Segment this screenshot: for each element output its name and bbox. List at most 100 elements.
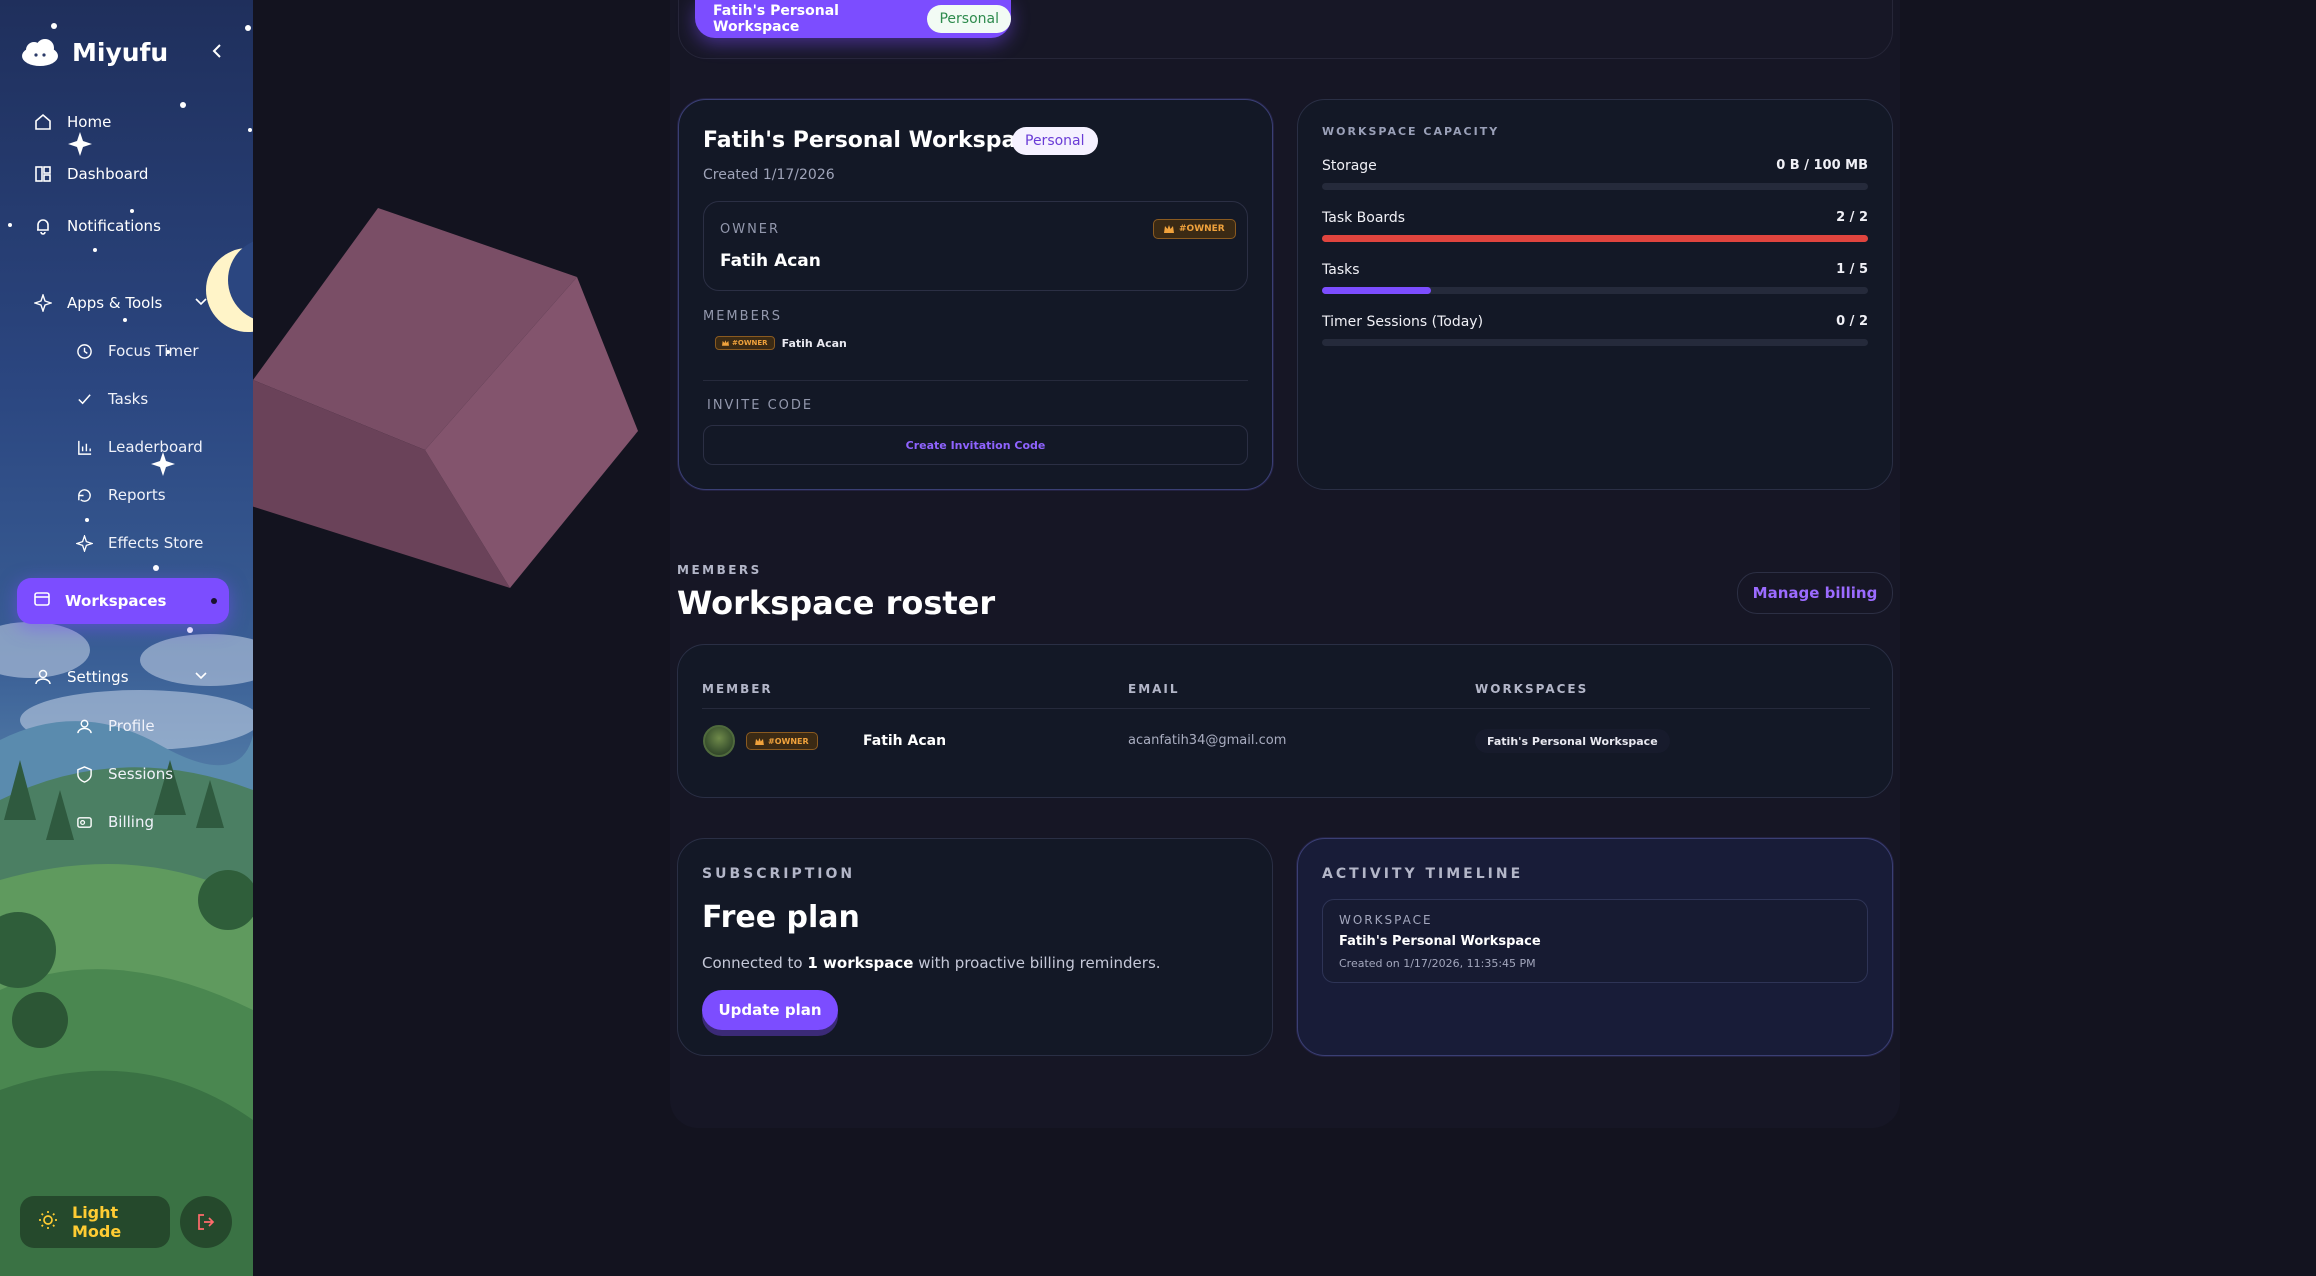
owner-label: OWNER [720,222,781,237]
nav-focus-timer[interactable]: Focus Timer [74,341,198,361]
member-list-item: #OWNER Fatih Acan [715,336,847,350]
decorative-cube [253,208,638,588]
manage-billing-button[interactable]: Manage billing [1737,572,1893,614]
nav-leaderboard[interactable]: Leaderboard [74,437,203,457]
nav-settings-label: Settings [67,668,129,686]
crown-icon [1164,225,1174,233]
divider [703,380,1248,381]
members-label: MEMBERS [703,309,783,324]
capacity-progress-track [1322,339,1868,346]
user-icon [33,667,53,687]
billing-icon [74,812,94,832]
nav-workspaces-label: Workspaces [65,592,167,610]
chevron-down-icon [193,293,209,313]
bell-icon [33,216,53,236]
capacity-progress-track [1322,183,1868,190]
logout-icon [198,1214,215,1230]
nav-profile[interactable]: Profile [74,716,155,736]
subscription-kicker: SUBSCRIPTION [702,866,856,882]
nav-sessions[interactable]: Sessions [74,764,173,784]
dashboard-icon [33,164,53,184]
capacity-label: Timer Sessions (Today) [1322,314,1484,330]
switcher-workspace-name: Fatih's Personal Workspace [713,3,839,35]
chevron-down-icon [193,667,209,687]
shield-icon [74,764,94,784]
row-member-name: Fatih Acan [863,733,947,749]
activity-entry-name: Fatih's Personal Workspace [1339,934,1541,949]
nav-effects-store[interactable]: Effects Store [74,533,203,553]
activity-kicker: ACTIVITY TIMELINE [1322,866,1524,882]
nav-settings[interactable]: Settings [33,667,223,687]
nav-reports-label: Reports [108,486,166,504]
update-plan-button[interactable]: Update plan [702,990,838,1030]
sparkle-icon [33,293,53,313]
capacity-value: 0 B / 100 MB [1776,158,1868,173]
nav-notifications[interactable]: Notifications [33,216,161,236]
nav-notifications-label: Notifications [67,217,161,235]
table-header-divider [702,708,1870,709]
brand-name: Miyufu [72,37,169,67]
nav-apps-tools[interactable]: Apps & Tools [33,293,223,313]
workspace-icon [33,590,51,612]
column-header-member: MEMBER [702,682,773,696]
chevron-left-icon [212,44,221,58]
member-owner-tag: #OWNER [715,336,775,350]
create-invitation-code-button[interactable]: Create Invitation Code [703,425,1248,465]
capacity-progress-fill [1322,287,1432,294]
row-workspace-chip[interactable]: Fatih's Personal Workspace [1475,729,1670,753]
member-name: Fatih Acan [781,336,847,350]
owner-box [703,201,1248,291]
owner-tag: #OWNER [1153,219,1236,239]
light-mode-toggle[interactable]: Light Mode [20,1196,170,1248]
logout-button[interactable] [180,1196,232,1248]
row-owner-tag-text: #OWNER [768,736,809,746]
column-header-workspaces: WORKSPACES [1475,682,1589,696]
bar-chart-icon [74,437,94,457]
capacity-value: 2 / 2 [1836,210,1868,225]
nav-workspaces-active[interactable]: Workspaces [17,578,229,624]
capacity-progress-track [1322,235,1868,242]
sidebar: Miyufu Home Dashboard Notifications Apps… [0,0,253,1276]
owner-tag-text: #OWNER [1179,224,1225,234]
plan-desc-post: with proactive billing reminders. [913,954,1161,972]
capacity-label: Tasks [1322,262,1360,278]
collapse-sidebar-button[interactable] [206,40,228,62]
plan-description: Connected to 1 workspace with proactive … [702,954,1161,972]
capacity-value: 0 / 2 [1836,314,1868,329]
column-header-email: EMAIL [1128,682,1180,696]
plan-desc-bold: 1 workspace [807,954,914,972]
switcher-workspace-badge: Personal [927,5,1011,33]
invite-code-label: INVITE CODE [707,398,814,413]
member-owner-tag-text: #OWNER [732,339,768,347]
nav-billing-label: Billing [108,813,154,831]
capacity-label: Storage [1322,158,1377,174]
nav-dashboard[interactable]: Dashboard [33,164,148,184]
night-landscape-illustration [0,23,253,1276]
plan-desc-pre: Connected to [702,954,808,972]
check-icon [74,389,94,409]
nav-reports[interactable]: Reports [74,485,166,505]
capacity-progress-fill [1322,235,1868,242]
sparkle-icon [74,533,94,553]
owner-name: Fatih Acan [720,251,821,271]
nav-tasks-label: Tasks [108,390,149,408]
workspace-title: Fatih's Personal Workspace [703,128,1045,153]
nav-home-label: Home [67,113,112,131]
nav-effects-store-label: Effects Store [108,534,204,552]
capacity-value: 1 / 5 [1836,262,1868,277]
nav-profile-label: Profile [108,717,155,735]
nav-home[interactable]: Home [33,112,111,132]
report-icon [74,485,94,505]
workspace-switcher-pill[interactable]: Fatih's Personal Workspace Personal [695,0,1011,38]
nav-billing[interactable]: Billing [74,812,154,832]
roster-kicker: MEMBERS [677,563,762,577]
crown-icon [722,340,729,346]
activity-entry-date: Created on 1/17/2026, 11:35:45 PM [1339,957,1536,970]
nav-tasks[interactable]: Tasks [74,389,148,409]
crown-icon [755,737,764,745]
nav-sessions-label: Sessions [108,765,174,783]
clock-icon [74,341,94,361]
nav-apps-tools-label: Apps & Tools [67,294,163,312]
activity-entry-type: WORKSPACE [1339,913,1433,927]
brand-logo[interactable]: Miyufu [20,36,168,68]
